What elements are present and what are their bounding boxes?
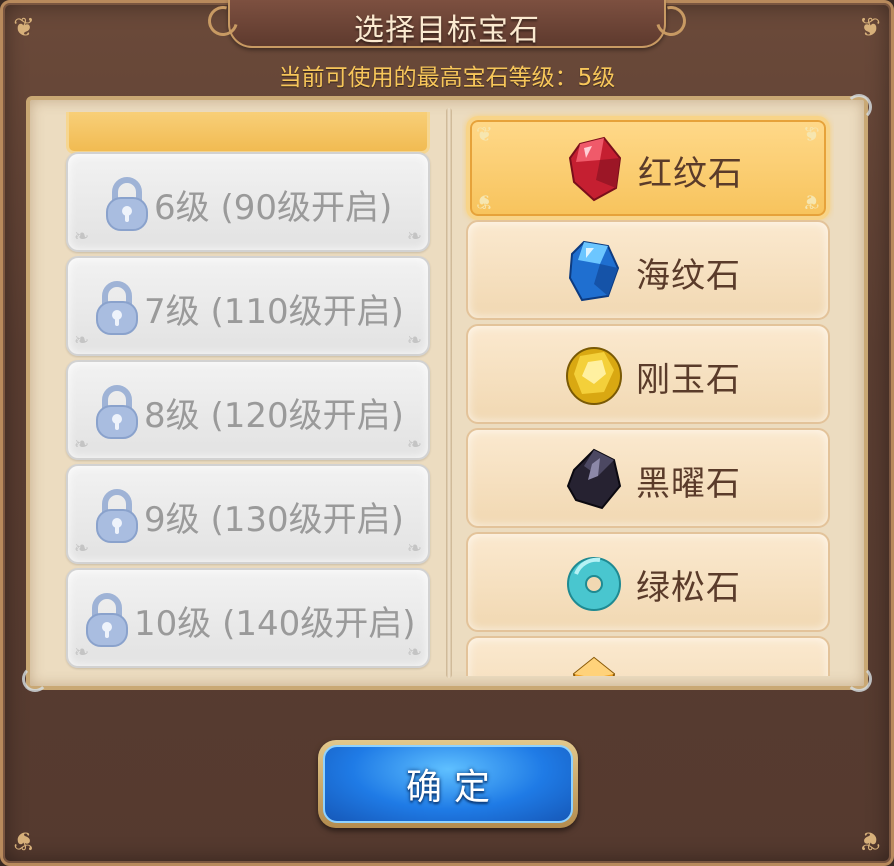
confirm-button-label: 确定: [405, 767, 502, 808]
swirl-ornament-icon: ❧: [74, 642, 90, 663]
red-gem-icon: [568, 136, 622, 202]
level-label: 10级 (140级开启): [134, 604, 416, 644]
corner-swirl-icon: ❦: [476, 122, 493, 146]
lock-icon: [86, 593, 128, 647]
level-label: 9级 (130级开启): [144, 500, 404, 540]
black-gem-icon: [566, 448, 622, 510]
corner-ornament-icon: ❦: [13, 825, 35, 855]
gem-item-turquoise[interactable]: 绿松石: [466, 532, 830, 632]
panel-corner-ornament: [22, 666, 48, 692]
lock-icon: [106, 177, 148, 231]
level-item-8[interactable]: 8级 (120级开启) ❧ ❧: [66, 360, 430, 460]
gem-level-list[interactable]: 6级 (90级开启) ❧ ❧ 7级 (110级开启) ❧ ❧ 8级 (120级开…: [62, 106, 434, 676]
gem-label: 黑曜石: [636, 464, 741, 504]
title-plate: 选择目标宝石: [202, 0, 692, 48]
swirl-ornament-icon: ❧: [74, 330, 90, 351]
gem-item-partial[interactable]: [466, 636, 830, 676]
orange-gem-icon: [572, 656, 616, 676]
yellow-gem-icon: [566, 347, 622, 405]
corner-swirl-icon: ❦: [803, 190, 820, 214]
level-item-6[interactable]: 6级 (90级开启) ❧ ❧: [66, 152, 430, 252]
blue-gem-icon: [568, 240, 620, 302]
swirl-ornament-icon: ❧: [406, 434, 422, 455]
gem-item-yellow[interactable]: 刚玉石: [466, 324, 830, 424]
gem-label: 绿松石: [636, 568, 741, 608]
swirl-ornament-icon: ❧: [74, 226, 90, 247]
swirl-ornament-icon: ❧: [406, 538, 422, 559]
corner-swirl-icon: ❦: [803, 122, 820, 146]
corner-swirl-icon: ❦: [476, 190, 493, 214]
panel-corner-ornament: [846, 666, 872, 692]
corner-ornament-icon: ❦: [13, 13, 35, 43]
confirm-button-face[interactable]: 确定: [323, 745, 573, 823]
corner-ornament-icon: ❦: [859, 825, 881, 855]
gem-item-red[interactable]: ❦ ❦ ❦ ❦ 红纹石: [466, 116, 830, 220]
swirl-ornament-icon: ❧: [406, 642, 422, 663]
selected-level-item-partial[interactable]: [66, 112, 430, 154]
gem-item-blue[interactable]: 海纹石: [466, 220, 830, 320]
gem-label: 刚玉石: [636, 360, 741, 400]
corner-ornament-icon: ❦: [859, 13, 881, 43]
level-item-9[interactable]: 9级 (130级开启) ❧ ❧: [66, 464, 430, 564]
level-item-7[interactable]: 7级 (110级开启) ❧ ❧: [66, 256, 430, 356]
lock-icon: [96, 489, 138, 543]
swirl-ornament-icon: ❧: [74, 434, 90, 455]
level-label: 7级 (110级开启): [144, 292, 404, 332]
lock-icon: [96, 385, 138, 439]
swirl-ornament-icon: ❧: [406, 330, 422, 351]
lock-icon: [96, 281, 138, 335]
swirl-ornament-icon: ❧: [406, 226, 422, 247]
level-item-10[interactable]: 10级 (140级开启) ❧ ❧: [66, 568, 430, 668]
level-label: 8级 (120级开启): [144, 396, 404, 436]
swirl-ornament-icon: ❧: [74, 538, 90, 559]
gem-label: 红纹石: [638, 154, 743, 194]
turquoise-ring-icon: [567, 557, 621, 611]
gem-item-black[interactable]: 黑曜石: [466, 428, 830, 528]
gem-type-list[interactable]: ❦ ❦ ❦ ❦ 红纹石 海纹石 刚玉石 黑曜石 绿松石: [462, 106, 834, 676]
gem-label: 海纹石: [636, 256, 741, 296]
panel-corner-ornament: [846, 94, 872, 120]
dialog-title: 选择目标宝石: [354, 13, 540, 48]
confirm-button[interactable]: 确定: [318, 740, 578, 828]
panel-divider: [446, 108, 452, 678]
max-gem-level-text: 当前可使用的最高宝石等级：5级: [278, 65, 616, 91]
level-label: 6级 (90级开启): [154, 188, 393, 228]
